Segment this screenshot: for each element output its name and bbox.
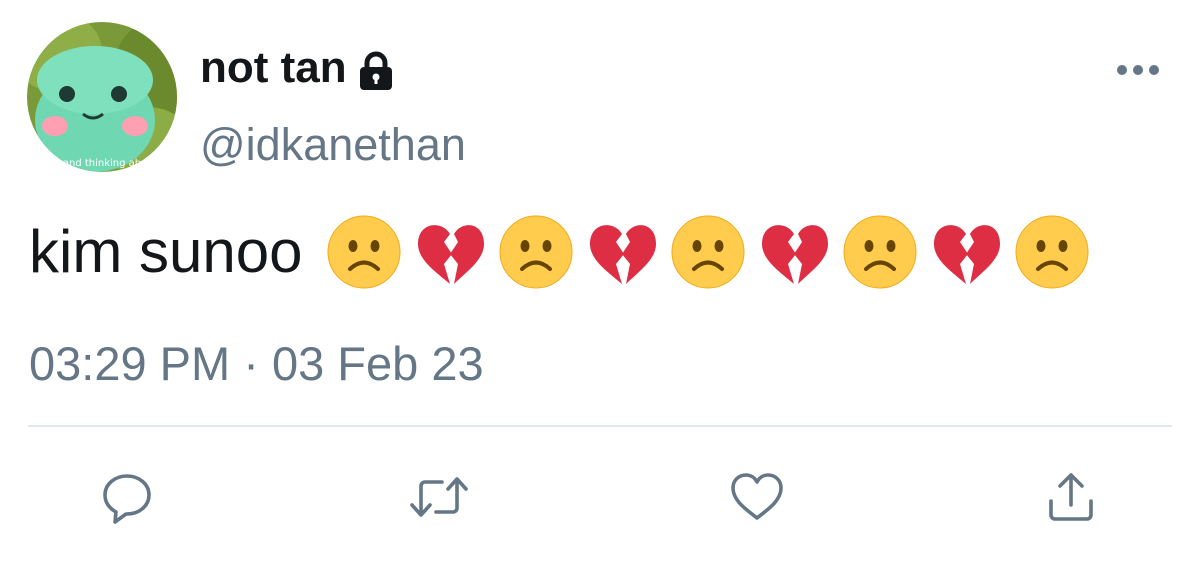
- divider: [28, 425, 1172, 427]
- frog-plush-avatar-image: and thinking ab: [27, 22, 177, 172]
- tweet-time: 03:29 PM: [29, 337, 231, 390]
- emoji-row: [326, 214, 1090, 290]
- broken-heart-icon: [590, 225, 657, 284]
- share-button[interactable]: [1036, 462, 1106, 532]
- reply-button[interactable]: [92, 462, 162, 532]
- slightly-frowning-face-icon: [843, 215, 917, 289]
- more-options-icon: [1117, 65, 1159, 75]
- display-name-row: not tan: [200, 40, 395, 96]
- like-icon: [731, 473, 783, 520]
- tweet-card: and thinking ab not tan @idkanethan kim …: [0, 0, 1200, 581]
- more-options-button[interactable]: [1112, 56, 1164, 84]
- slightly-frowning-face-icon: [671, 215, 745, 289]
- slightly-frowning-face-icon: [327, 215, 401, 289]
- user-handle[interactable]: @idkanethan: [200, 116, 466, 174]
- broken-heart-icon: [418, 225, 485, 284]
- broken-heart-icon: [762, 225, 829, 284]
- slightly-frowning-face-icon: [499, 215, 573, 289]
- timestamp[interactable]: 03:29 PM · 03 Feb 23: [29, 335, 484, 393]
- display-name[interactable]: not tan: [200, 40, 347, 96]
- retweet-icon: [410, 477, 468, 517]
- tweet-text: kim sunoo: [29, 212, 1090, 292]
- timestamp-separator: ·: [243, 337, 259, 390]
- avatar-caption-text: and thinking ab: [63, 158, 141, 169]
- avatar[interactable]: and thinking ab: [27, 22, 177, 172]
- slightly-frowning-face-icon: [1015, 215, 1089, 289]
- reply-icon: [103, 474, 151, 524]
- tweet-date: 03 Feb 23: [271, 337, 484, 390]
- broken-heart-icon: [934, 225, 1001, 284]
- like-button[interactable]: [722, 462, 792, 532]
- share-icon: [1049, 473, 1093, 521]
- retweet-button[interactable]: [404, 462, 474, 532]
- tweet-text-label: kim sunoo: [29, 218, 303, 285]
- lock-icon: [357, 51, 395, 91]
